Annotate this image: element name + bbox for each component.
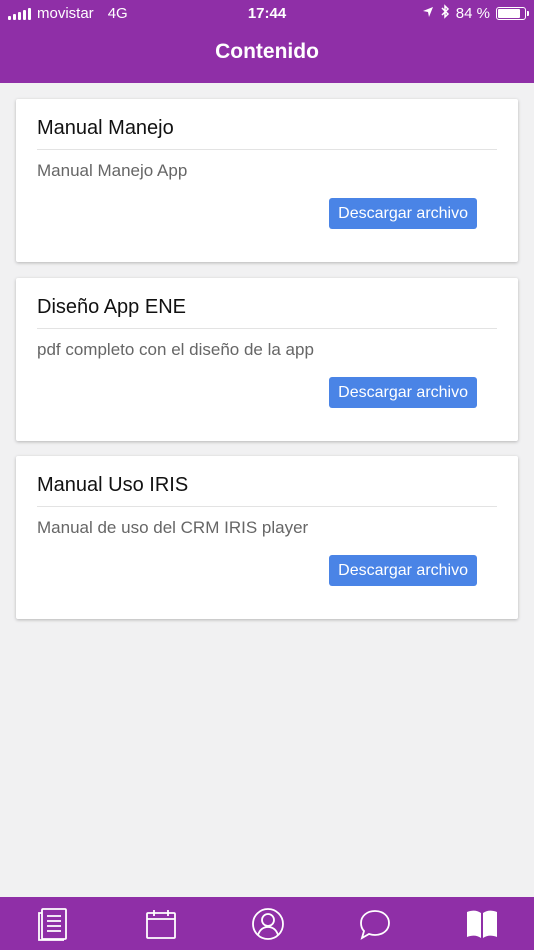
location-arrow-icon: [422, 5, 434, 22]
tab-content[interactable]: [428, 897, 534, 950]
content-card: Manual Manejo Manual Manejo App Descarga…: [16, 99, 518, 262]
download-file-button[interactable]: Descargar archivo: [329, 198, 477, 229]
card-divider: [37, 506, 497, 507]
status-bar: movistar 4G 17:44 84 %: [0, 0, 534, 28]
download-file-button[interactable]: Descargar archivo: [329, 377, 477, 408]
card-title: Manual Manejo: [37, 117, 174, 139]
chat-icon: [358, 907, 392, 941]
app-header: movistar 4G 17:44 84 % Contenido: [0, 0, 534, 83]
bluetooth-icon: [440, 4, 450, 23]
book-icon: [465, 909, 499, 939]
download-file-button[interactable]: Descargar archivo: [329, 555, 477, 586]
content-card: Diseño App ENE pdf completo con el diseñ…: [16, 278, 518, 441]
news-icon: [37, 907, 70, 941]
card-description: pdf completo con el diseño de la app: [37, 340, 314, 359]
content-card: Manual Uso IRIS Manual de uso del CRM IR…: [16, 456, 518, 619]
battery-icon: [496, 7, 529, 20]
card-title: Diseño App ENE: [37, 296, 186, 318]
card-divider: [37, 149, 497, 150]
tab-news[interactable]: [0, 897, 107, 950]
card-description: Manual de uso del CRM IRIS player: [37, 518, 309, 537]
page-title: Contenido: [215, 40, 319, 63]
tab-chat[interactable]: [321, 897, 428, 950]
calendar-icon: [145, 908, 177, 940]
bottom-tab-bar: [0, 897, 534, 950]
tab-calendar[interactable]: [107, 897, 214, 950]
card-divider: [37, 328, 497, 329]
battery-percent: 84 %: [455, 5, 490, 22]
profile-icon: [251, 907, 285, 941]
card-description: Manual Manejo App: [37, 161, 188, 180]
tab-profile[interactable]: [214, 897, 321, 950]
card-title: Manual Uso IRIS: [37, 474, 189, 496]
